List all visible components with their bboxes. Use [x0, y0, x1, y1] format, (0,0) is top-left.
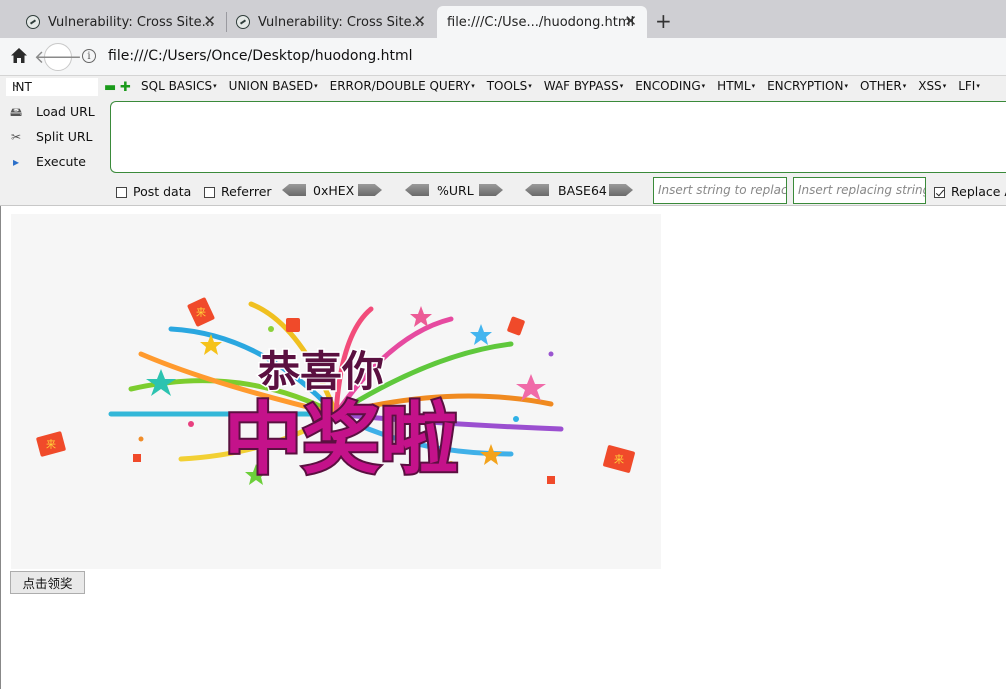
- tab-title: file:///C:/Use.../huodong.html: [447, 14, 635, 30]
- menu-other[interactable]: OTHER: [860, 79, 906, 93]
- base64-label: BASE64: [558, 183, 607, 198]
- load-url-icon: 🖴: [9, 105, 23, 119]
- hackbar-url-textarea[interactable]: [110, 101, 1006, 173]
- decrease-icon[interactable]: ▬: [104, 80, 116, 95]
- site-favicon-icon: [26, 15, 40, 29]
- increase-icon[interactable]: ✚: [120, 80, 131, 95]
- menu-encoding[interactable]: ENCODING: [635, 79, 705, 93]
- tab-strip: Vulnerability: Cross Site... ✕ Vulnerabi…: [0, 0, 1006, 38]
- close-tab-icon[interactable]: ✕: [413, 12, 426, 30]
- url-encode-arrow-icon[interactable]: [479, 184, 503, 196]
- replace-all-checkbox[interactable]: [934, 187, 945, 198]
- execute-button[interactable]: ▸ Execute: [8, 154, 86, 169]
- split-url-button[interactable]: ✂ Split URL: [8, 129, 93, 144]
- menu-lfi[interactable]: LFI: [958, 79, 980, 93]
- url-encoding-label: %URL: [437, 183, 474, 198]
- svg-text:来: 来: [614, 454, 624, 466]
- banner-line-1: 恭喜你: [257, 347, 384, 396]
- replace-all-option[interactable]: Replace A: [934, 184, 1006, 199]
- claim-prize-button[interactable]: 点击领奖: [10, 571, 85, 594]
- replace-all-label: Replace A: [951, 184, 1006, 199]
- banner-line-2: 中奖啦: [224, 395, 458, 485]
- play-icon: ▸: [12, 155, 20, 169]
- post-data-label: Post data: [133, 184, 192, 199]
- menu-encryption[interactable]: ENCRYPTION: [767, 79, 848, 93]
- post-data-option[interactable]: Post data: [116, 184, 191, 199]
- replacing-string-input[interactable]: Insert replacing string: [793, 177, 926, 204]
- site-favicon-icon: [236, 15, 250, 29]
- back-button[interactable]: 🡐: [34, 43, 82, 71]
- execute-label: Execute: [36, 154, 86, 169]
- hackbar-menu: SQL BASICS UNION BASED ERROR/DOUBLE QUER…: [141, 79, 992, 93]
- menu-xss[interactable]: XSS: [918, 79, 946, 93]
- chevron-down-icon: ⌄: [12, 79, 21, 90]
- menu-error-double-query[interactable]: ERROR/DOUBLE QUERY: [330, 79, 475, 93]
- address-bar[interactable]: file:///C:/Users/Once/Desktop/huodong.ht…: [108, 48, 413, 64]
- menu-union-based[interactable]: UNION BASED: [229, 79, 318, 93]
- prize-banner-image: 来 来 来 恭喜你 中奖啦: [11, 214, 661, 569]
- navigation-bar: 🡐 i file:///C:/Users/Once/Desktop/huodon…: [0, 38, 1006, 76]
- load-url-label: Load URL: [36, 104, 95, 119]
- close-tab-icon[interactable]: ✕: [624, 12, 637, 30]
- tab-vulnerability-1[interactable]: Vulnerability: Cross Site... ✕: [0, 6, 226, 38]
- page-info-icon[interactable]: i: [82, 49, 96, 63]
- tab-huodong-active[interactable]: file:///C:/Use.../huodong.html ✕: [437, 6, 647, 38]
- replace-string-input[interactable]: Insert string to replace: [653, 177, 787, 204]
- hex-decode-arrow-icon[interactable]: [282, 184, 306, 196]
- referrer-checkbox[interactable]: [204, 187, 215, 198]
- base64-decode-arrow-icon[interactable]: [525, 184, 549, 196]
- svg-text:来: 来: [196, 307, 206, 319]
- hackbar-panel: INT ⌄ ▬ ✚ SQL BASICS UNION BASED ERROR/D…: [0, 76, 1006, 206]
- svg-text:来: 来: [46, 439, 56, 451]
- tab-vulnerability-2[interactable]: Vulnerability: Cross Site... ✕: [210, 6, 436, 38]
- fireworks-celebration-graphic: 来 来 来 恭喜你 中奖啦: [36, 297, 635, 487]
- base64-encode-arrow-icon[interactable]: [609, 184, 633, 196]
- home-icon[interactable]: [10, 47, 28, 64]
- scissors-icon: ✂: [10, 130, 22, 144]
- menu-waf-bypass[interactable]: WAF BYPASS: [544, 79, 623, 93]
- window-left-edge: [0, 206, 1, 689]
- post-data-checkbox[interactable]: [116, 187, 127, 198]
- tab-title: Vulnerability: Cross Site...: [48, 14, 214, 30]
- tab-title: Vulnerability: Cross Site...: [258, 14, 424, 30]
- referrer-option[interactable]: Referrer: [204, 184, 272, 199]
- hex-encode-arrow-icon[interactable]: [358, 184, 382, 196]
- menu-tools[interactable]: TOOLS: [487, 79, 532, 93]
- split-url-label: Split URL: [36, 129, 93, 144]
- new-tab-icon[interactable]: +: [655, 9, 672, 33]
- url-decode-arrow-icon[interactable]: [405, 184, 429, 196]
- hex-label: 0xHEX: [313, 183, 355, 198]
- arrow-left-icon: 🡐: [33, 46, 83, 68]
- menu-html[interactable]: HTML: [717, 79, 755, 93]
- type-select[interactable]: INT ⌄: [6, 78, 98, 96]
- menu-sql-basics[interactable]: SQL BASICS: [141, 79, 217, 93]
- referrer-label: Referrer: [221, 184, 272, 199]
- load-url-button[interactable]: 🖴 Load URL: [8, 103, 95, 124]
